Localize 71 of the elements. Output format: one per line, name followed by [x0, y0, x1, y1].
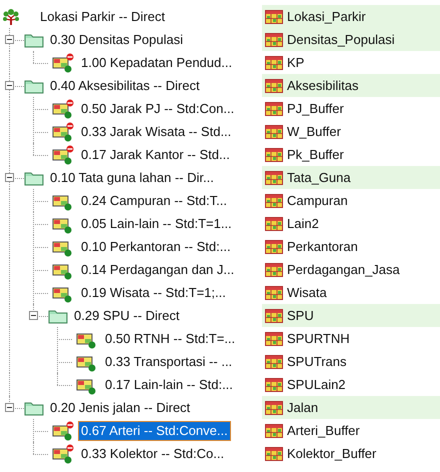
- folder-icon: [24, 400, 44, 416]
- folder-icon: [24, 170, 44, 186]
- tree-node-label[interactable]: 0.05 Lain-lain -- Std:T=1...: [79, 214, 234, 232]
- output-layer-name: Kolektor_Buffer: [287, 444, 376, 463]
- output-layer-name: SPUTrans: [287, 352, 346, 371]
- collapse-toggle[interactable]: [5, 173, 14, 182]
- raster-icon: [265, 124, 283, 138]
- output-layer-name: Perdagangan_Jasa: [287, 260, 400, 279]
- raster-icon: [265, 378, 283, 392]
- output-layer-name: PJ_Buffer: [287, 100, 344, 118]
- tree-node-label[interactable]: 0.33 Transportasi -- ...: [103, 352, 234, 370]
- tree-node-label[interactable]: 0.40 Aksesibilitas -- Direct: [48, 76, 202, 94]
- output-layer-name: Lokasi_Parkir: [287, 8, 366, 26]
- raster-icon: [265, 240, 283, 254]
- collapse-toggle[interactable]: [5, 403, 14, 412]
- raster-icon: [265, 148, 283, 162]
- tree-node-label[interactable]: 0.17 Jarak Kantor -- Std...: [79, 146, 232, 164]
- raster-icon: [265, 424, 283, 438]
- tree-node-label[interactable]: Lokasi Parkir -- Direct: [38, 8, 167, 26]
- output-layer-name: Wisata: [287, 284, 327, 302]
- output-layer-name: W_Buffer: [287, 122, 341, 141]
- raster-icon: [265, 354, 283, 368]
- raster-icon: [265, 194, 283, 208]
- raster-icon: [265, 446, 283, 460]
- raster-icon: [265, 170, 283, 184]
- raster-icon: [265, 286, 283, 300]
- output-layer-name: KP: [287, 54, 304, 72]
- tree-node-label[interactable]: 0.10 Perkantoran -- Std:...: [79, 238, 233, 256]
- folder-icon: [48, 308, 68, 324]
- tree-node-label[interactable]: 0.30 Densitas Populasi: [48, 30, 185, 48]
- collapse-toggle[interactable]: [29, 311, 38, 320]
- output-layer-name: Tata_Guna: [287, 168, 351, 187]
- output-layer-name: SPU: [287, 306, 314, 325]
- tree-node-label[interactable]: 0.50 Jarak PJ -- Std:Con...: [79, 100, 236, 118]
- tree-node-label[interactable]: 0.20 Jenis jalan -- Direct: [48, 398, 192, 416]
- raster-icon: [265, 332, 283, 346]
- output-layer-name: Perkantoran: [287, 238, 358, 256]
- output-layer-name: Pk_Buffer: [287, 146, 344, 164]
- tree-node-label[interactable]: 0.67 Arteri -- Std:Conve...: [79, 422, 230, 440]
- tree-node-label[interactable]: 0.19 Wisata -- Std:T=1;...: [79, 284, 228, 302]
- collapse-toggle[interactable]: [5, 35, 14, 44]
- raster-icon: [265, 32, 283, 46]
- output-layer-name: Aksesibilitas: [287, 76, 359, 95]
- folder-icon: [24, 32, 44, 48]
- tree-node-label[interactable]: 0.17 Lain-lain -- Std:...: [103, 376, 235, 394]
- tree-node-label[interactable]: 0.33 Kolektor -- Std:Co...: [79, 444, 226, 462]
- tree-node-label[interactable]: 0.10 Tata guna lahan -- Dir...: [48, 168, 216, 186]
- output-layer-name: Densitas_Populasi: [287, 30, 395, 49]
- raster-icon: [265, 400, 283, 414]
- raster-icon: [265, 262, 283, 276]
- tree-node-label[interactable]: 0.14 Perdagangan dan J...: [79, 260, 236, 278]
- raster-icon: [265, 102, 283, 116]
- output-layer-name: SPURTNH: [287, 330, 350, 348]
- raster-icon: [265, 308, 283, 322]
- output-layer-name: Campuran: [287, 192, 348, 210]
- raster-icon: [265, 78, 283, 92]
- raster-icon: [265, 10, 283, 24]
- raster-icon: [265, 56, 283, 70]
- folder-icon: [24, 78, 44, 94]
- tree-node-label[interactable]: 0.50 RTNH -- Std:T=...: [103, 330, 238, 348]
- output-layer-name: Arteri_Buffer: [287, 422, 360, 440]
- tree-icon: [2, 8, 20, 26]
- tree-node-label[interactable]: 0.24 Campuran -- Std:T...: [79, 192, 229, 210]
- output-layer-name: Lain2: [287, 214, 319, 233]
- output-layer-name: SPULain2: [287, 376, 346, 394]
- output-layer-name: Jalan: [287, 398, 318, 417]
- collapse-toggle[interactable]: [5, 81, 14, 90]
- raster-icon: [265, 216, 283, 230]
- tree-node-label[interactable]: 0.29 SPU -- Direct: [72, 306, 182, 324]
- tree-node-label[interactable]: 0.33 Jarak Wisata -- Std...: [79, 122, 234, 140]
- tree-node-label[interactable]: 1.00 Kepadatan Pendud...: [79, 54, 234, 72]
